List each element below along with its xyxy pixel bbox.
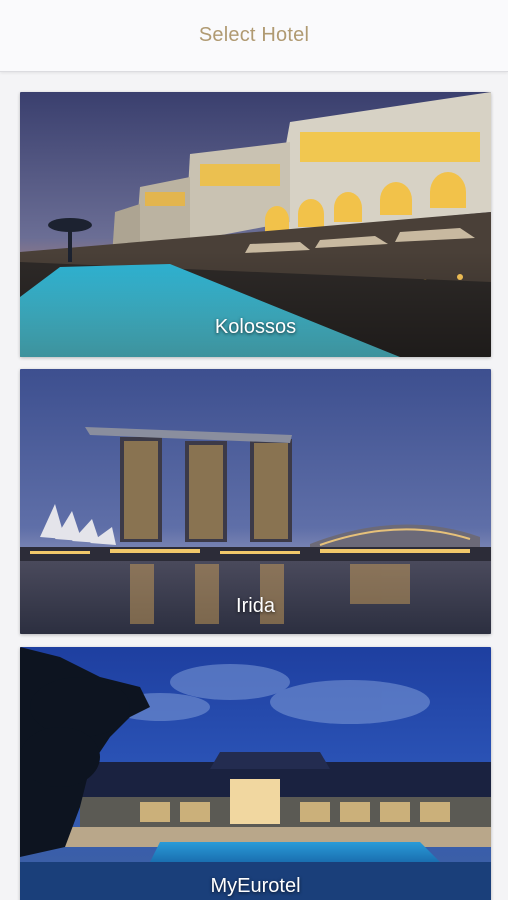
page-title: Select Hotel bbox=[198, 24, 310, 46]
hotel-name-kolossos: Kolossos bbox=[214, 316, 297, 338]
hotel-name-irida: Irida bbox=[236, 595, 275, 617]
hotel-card-kolossos[interactable]: Kolossos bbox=[20, 92, 491, 357]
hotel-card-myeurotel[interactable]: MyEurotel bbox=[20, 647, 491, 900]
hotel-photo-myeurotel bbox=[20, 647, 491, 900]
hotel-name-myeurotel: MyEurotel bbox=[210, 875, 301, 897]
app-header: Select Hotel bbox=[0, 0, 508, 72]
hotel-list[interactable]: Kolossos Irida MyEurotel bbox=[0, 72, 508, 900]
hotel-card-irida[interactable]: Irida bbox=[20, 369, 491, 634]
